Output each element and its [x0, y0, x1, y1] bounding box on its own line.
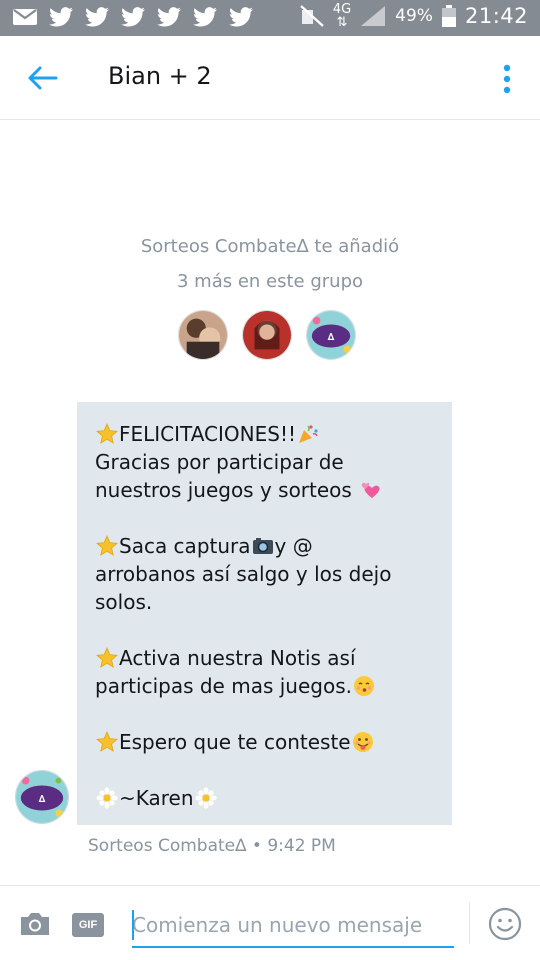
signal-icon [361, 6, 386, 26]
message-line: FELICITACIONES!! [95, 420, 436, 448]
star-emoji-icon [96, 423, 118, 444]
battery-icon [441, 5, 456, 27]
divider [469, 902, 470, 944]
twitter-icon [85, 7, 109, 27]
blossom-emoji-icon [95, 786, 119, 810]
conversation-title[interactable]: Bian + 2 [108, 62, 212, 90]
svg-text:∆: ∆ [328, 332, 335, 343]
message-line: Espero que te conteste [95, 728, 436, 756]
message-line: Saca captura y @ [95, 532, 436, 560]
kissing-face-emoji-icon [353, 676, 374, 696]
star-emoji-icon [96, 731, 118, 752]
back-arrow-icon[interactable] [22, 60, 62, 96]
group-added-text: Sorteos Combate∆ te añadió [140, 236, 400, 257]
group-members: ∆ [178, 310, 356, 360]
twitter-icon [49, 7, 73, 27]
network-indicator: 4G ⇅ [333, 3, 351, 29]
gif-button[interactable]: GIF [72, 913, 104, 937]
data-arrows-icon: ⇅ [336, 15, 348, 30]
clock: 21:42 [464, 4, 528, 28]
message-meta: Sorteos Combate∆ • 9:42 PM [88, 836, 336, 856]
star-emoji-icon [96, 535, 118, 556]
avatar[interactable]: ∆ [306, 310, 356, 360]
twitter-icon [121, 7, 145, 27]
message-input[interactable] [132, 904, 454, 948]
battery-percent: 49% [395, 6, 433, 26]
message-line: solos. [95, 590, 153, 614]
message-line: Gracias por participar de [95, 450, 344, 474]
avatar[interactable] [178, 310, 228, 360]
more-options-icon[interactable] [492, 62, 522, 96]
sender-avatar[interactable]: ∆ [15, 770, 69, 824]
text-cursor [132, 910, 134, 940]
two-hearts-emoji-icon [361, 482, 380, 498]
blossom-emoji-icon [194, 786, 217, 810]
message-line: nuestros juegos y sorteos [95, 476, 436, 504]
twitter-icon [157, 7, 181, 27]
message-bubble[interactable]: FELICITACIONES!! Gracias por participar … [77, 402, 452, 825]
camera-icon[interactable] [18, 910, 52, 938]
mute-icon [300, 5, 324, 27]
notification-icons [12, 6, 254, 28]
message-composer: GIF [0, 885, 540, 960]
party-popper-emoji-icon [298, 425, 318, 443]
twitter-icon [193, 7, 217, 27]
star-emoji-icon [96, 647, 118, 668]
message-line: ~Karen [95, 784, 436, 812]
conversation-header: Bian + 2 [0, 36, 540, 120]
camera-emoji-icon [252, 538, 273, 554]
message-line: arrobanos así salgo y los dejo [95, 562, 392, 586]
emoji-picker-icon[interactable] [488, 907, 522, 941]
avatar[interactable] [242, 310, 292, 360]
twitter-icon [229, 7, 253, 27]
system-status: 4G ⇅ 49% 21:42 [299, 3, 528, 29]
status-bar: 4G ⇅ 49% 21:42 [0, 0, 540, 36]
message-line: Activa nuestra Notis así [95, 644, 436, 672]
gmail-icon [13, 9, 37, 25]
svg-text:∆: ∆ [39, 794, 46, 805]
group-count-text: 3 más en este grupo [176, 271, 364, 292]
tongue-face-emoji-icon [352, 732, 373, 752]
message-line: participas de mas juegos. [95, 672, 436, 700]
